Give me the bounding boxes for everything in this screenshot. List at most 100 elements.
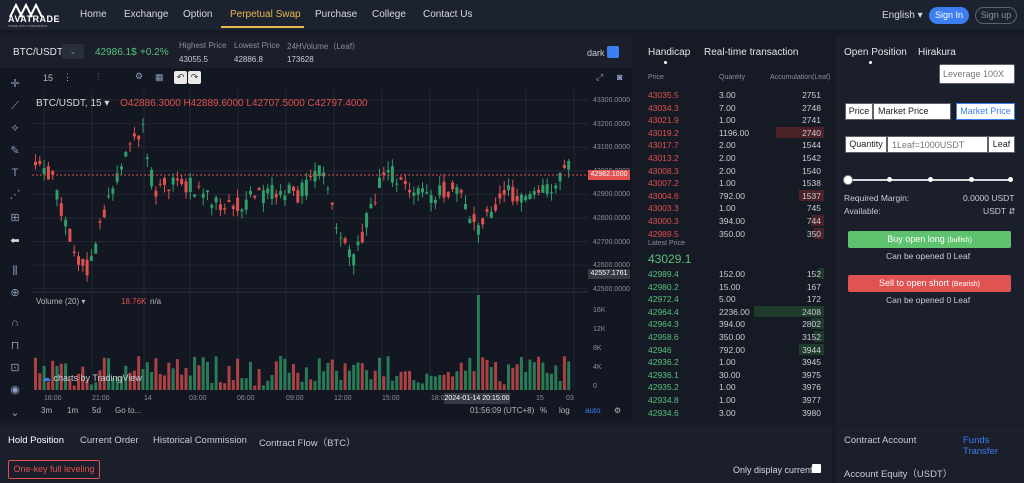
order-book-row[interactable]: 43034.3 7.00 2748 [648,102,824,114]
back-arrow-icon[interactable]: ⬅ [8,234,22,248]
theme-toggle-icon[interactable] [607,46,619,58]
percent-scale-toggle[interactable]: % [540,406,547,415]
volume-bar [274,361,278,390]
order-book-row[interactable]: 43003.3 1.00 745 [648,202,824,214]
settings-icon[interactable]: ▦ [155,72,164,83]
buy-sub: (bullish) [947,237,972,244]
only-display-current-checkbox[interactable] [812,464,821,473]
order-book-row[interactable]: 42958.6 350.00 3152 [648,331,824,343]
order-book-row[interactable]: 43008.3 2.00 1540 [648,165,824,177]
chart-symbol[interactable]: BTC/USDT, 15 ▾ [36,98,109,109]
redo-icon[interactable]: ↷ [188,71,201,84]
goto-date[interactable]: Go to... [115,406,141,415]
price-input[interactable]: Market Price [873,103,951,120]
auto-scale-toggle[interactable]: auto [585,406,601,415]
order-book-row[interactable]: 43013.2 2.00 1542 [648,152,824,164]
funds-transfer-link[interactable]: Funds Transfer [963,435,1024,457]
unit-leaf-button[interactable]: Leaf [988,136,1015,153]
volume-bar [481,357,485,390]
order-book-row[interactable]: 43035.5 3.00 2751 [648,89,824,101]
text-icon[interactable]: T [8,166,22,180]
slider-tick[interactable] [887,177,892,182]
order-book-row[interactable]: 42936.2 1.00 3945 [648,356,824,368]
tab-open-position[interactable]: Open Position [844,47,907,58]
log-scale-toggle[interactable]: log [559,406,570,415]
leverage-input[interactable] [939,64,1015,84]
undo-icon[interactable]: ↶ [174,71,187,84]
tab-hirakura[interactable]: Hirakura [918,47,956,58]
nav-option[interactable]: Option [183,9,212,20]
more-icon[interactable]: ⋮ [63,72,72,83]
range-5d[interactable]: 5d [92,406,101,415]
lock-icon[interactable]: ⊡ [8,361,22,375]
candle-type-icon[interactable]: ⫶ [97,72,99,83]
tab-contract-flow[interactable]: Contract Flow（BTC） [259,435,356,449]
camera-icon[interactable]: ◙ [617,72,622,82]
order-book-row[interactable]: 43019.2 1196.00 2740 [648,126,824,139]
candle-body [365,213,369,228]
order-book-row[interactable]: 42934.6 3.00 3980 [648,407,824,419]
order-book-row[interactable]: 42980.2 15.00 167 [648,281,824,293]
pattern-icon[interactable]: ⋰ [8,188,22,202]
magnet-icon[interactable]: ∩ [8,316,22,330]
chart-settings-icon[interactable]: ⚙ [614,406,621,415]
tab-hold-position[interactable]: Hold Position [8,435,64,446]
pair-dropdown[interactable]: ⌄ [62,44,84,59]
sell-open-short-button[interactable]: Sell to open short (Bearish) [848,275,1011,292]
candlestick-chart[interactable] [32,90,588,406]
quantity-input[interactable] [887,136,988,153]
fib-icon[interactable]: ⟡ [8,121,22,135]
ruler-icon[interactable]: ⫼ [8,264,22,278]
order-book-row[interactable]: 42936.1 30.00 3975 [648,369,824,381]
order-book-row[interactable]: 43000.3 394.00 744 [648,215,824,227]
brush-icon[interactable]: ✎ [8,144,22,158]
order-book-row[interactable]: 42964.4 2236.00 2408 [648,305,824,318]
order-book-row[interactable]: 43021.9 1.00 2741 [648,114,824,126]
tab-handicap[interactable]: Handicap [648,47,690,58]
slider-handle[interactable] [843,175,853,185]
buy-open-long-button[interactable]: Buy open long (bullish) [848,231,1011,248]
slider-tick[interactable] [1008,177,1013,182]
nav-purchase[interactable]: Purchase [315,9,357,20]
slider-tick[interactable] [969,177,974,182]
nav-contact-us[interactable]: Contact Us [423,9,472,20]
order-book-row[interactable]: 42989.4 152.00 152 [648,268,824,280]
nav-college[interactable]: College [372,9,406,20]
order-book-row[interactable]: 43004.6 792.00 1537 [648,189,824,202]
market-price-button[interactable]: Market Price [956,103,1015,120]
nav-exchange[interactable]: Exchange [124,9,168,20]
order-book-row[interactable]: 42934.8 1.00 3977 [648,394,824,406]
volume-indicator-label[interactable]: Volume (20) ▾ [36,297,85,306]
chevron-down-icon[interactable]: ⌄ [8,406,22,420]
indicators-icon[interactable]: ⚙ [135,71,143,82]
range-3m[interactable]: 3m [41,406,52,415]
order-book-row[interactable]: 42989.5 350.00 350 [648,227,824,240]
order-book-row[interactable]: 43007.2 1.00 1538 [648,177,824,189]
one-key-leveling-button[interactable]: One-key full leveling [8,460,100,479]
crosshair-icon[interactable]: ✛ [8,77,22,91]
logo[interactable]: AVATRADE TRADE WITH CONFIDENCE [8,3,64,28]
nav-home[interactable]: Home [80,9,107,20]
sign-up-button[interactable]: Sign up [975,7,1017,24]
lock-drawing-icon[interactable]: ⊓ [8,339,22,353]
order-book-row[interactable]: 42946 792.00 3944 [648,343,824,356]
slider-tick[interactable] [928,177,933,182]
tab-real-time-transaction[interactable]: Real-time transaction [704,47,798,58]
interval-select[interactable]: 15 [43,73,53,83]
order-book-row[interactable]: 43017.7 2.00 1544 [648,139,824,151]
zoom-icon[interactable]: ⊕ [8,286,22,300]
measure-icon[interactable]: ⊞ [8,211,22,225]
range-1m[interactable]: 1m [67,406,78,415]
eye-icon[interactable]: ◉ [8,383,22,397]
order-book-row[interactable]: 42935.2 1.00 3976 [648,381,824,393]
nav-perpetual-swap[interactable]: Perpetual Swap [230,9,301,20]
tab-historical-commission[interactable]: Historical Commission [153,435,247,446]
trendline-icon[interactable]: ⟋ [8,99,22,113]
order-book-row[interactable]: 42972.4 5.00 172 [648,293,824,305]
language-select[interactable]: English ▾ [882,10,923,21]
sign-in-button[interactable]: Sign In [929,7,969,24]
tab-current-order[interactable]: Current Order [80,435,139,446]
tradingview-credit[interactable]: ☁ charts by TradingView [42,373,142,384]
fullscreen-icon[interactable]: ⤢ [596,72,603,83]
order-book-row[interactable]: 42964.3 394.00 2802 [648,318,824,330]
